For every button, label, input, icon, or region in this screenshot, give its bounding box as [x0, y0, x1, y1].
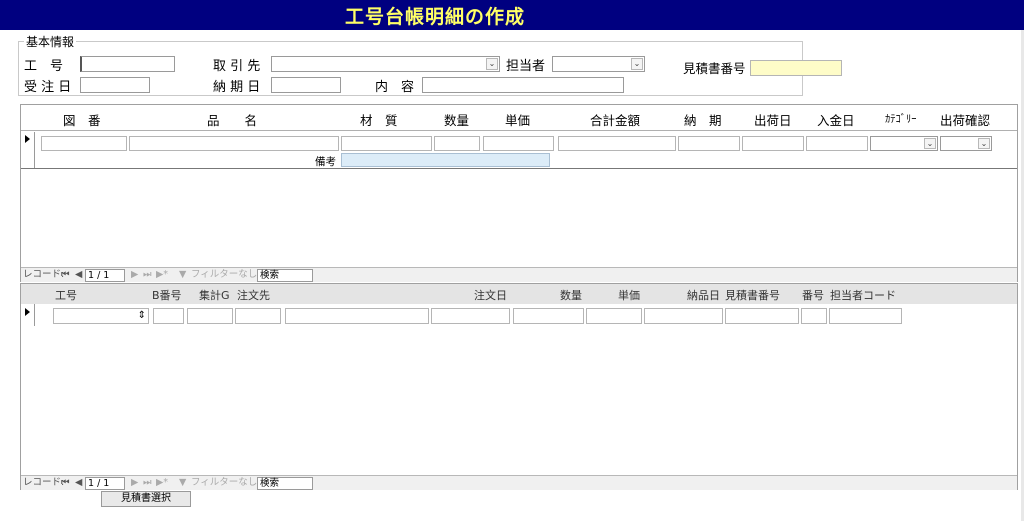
col-suryo: 数量: [444, 113, 470, 128]
order-tanka-cell[interactable]: [586, 308, 642, 324]
torihikisaki-label: 取 引 先: [213, 59, 261, 74]
bikou-field[interactable]: [341, 153, 550, 167]
nouki-cell[interactable]: [678, 136, 740, 151]
order-mitsumori-no-cell[interactable]: [725, 308, 799, 324]
col-shukei-g: 集計G: [199, 289, 230, 302]
nav-record-label: レコード:: [23, 477, 65, 488]
tantousha-code-cell[interactable]: [829, 308, 902, 324]
shukka-kakunin-combo[interactable]: ⌄: [940, 136, 992, 151]
naiyou-field[interactable]: [422, 77, 624, 93]
current-record-icon: [25, 308, 30, 316]
zuban-cell[interactable]: [41, 136, 127, 151]
last-record-icon[interactable]: ⏭: [143, 477, 152, 489]
kougo-label: 工 号: [24, 59, 64, 74]
bikou-label: 備考: [315, 156, 336, 168]
next-record-icon[interactable]: ▶: [131, 269, 138, 281]
prev-record-icon[interactable]: ◀: [75, 269, 82, 281]
record-position[interactable]: 1 / 1: [85, 477, 125, 490]
last-record-icon[interactable]: ⏭: [143, 269, 152, 281]
first-record-icon[interactable]: ⏮: [61, 269, 70, 281]
detail-nav-bar: レコード: ⏮ ◀ 1 / 1 ▶ ⏭ ▶* ▼ フィルターなし 検索: [21, 267, 1017, 282]
col-tantousha-code: 担当者コード: [830, 289, 896, 302]
hinmei-cell[interactable]: [129, 136, 339, 151]
col-nouki: 納 期: [684, 113, 722, 128]
mitsumori-no-field[interactable]: [750, 60, 842, 76]
filter-icon: ▼: [179, 477, 187, 488]
kougo-field[interactable]: [80, 56, 175, 72]
juchu-date-field[interactable]: [80, 77, 150, 93]
record-selector[interactable]: [21, 132, 35, 168]
chumonsaki-cell[interactable]: [235, 308, 281, 324]
col-zuban: 図 番: [63, 113, 101, 128]
chevron-down-icon[interactable]: ⌄: [486, 58, 498, 70]
torihikisaki-combo[interactable]: ⌄: [271, 56, 500, 72]
record-position[interactable]: 1 / 1: [85, 269, 125, 282]
juchu-date-label: 受 注 日: [24, 80, 72, 95]
col-order-tanka: 単価: [618, 289, 640, 302]
col-zaishitsu: 材 質: [360, 113, 398, 128]
filter-status[interactable]: フィルターなし: [191, 477, 257, 489]
spinner-icon[interactable]: ⇕: [138, 309, 146, 323]
b-bango-cell[interactable]: [153, 308, 184, 324]
filter-icon: ▼: [179, 269, 187, 280]
col-goukei: 合計金額: [590, 113, 641, 128]
bango-cell[interactable]: [801, 308, 827, 324]
current-record-icon: [25, 135, 30, 143]
naiyou-label: 内 容: [375, 80, 415, 95]
col-order-mitsumori-no: 見積書番号: [725, 289, 780, 302]
order-record-selector[interactable]: [21, 304, 35, 326]
chumonsaki-name-cell[interactable]: [285, 308, 429, 324]
suryo-cell[interactable]: [434, 136, 480, 151]
chevron-down-icon[interactable]: ⌄: [978, 138, 990, 149]
kougo-combo[interactable]: ⇕: [53, 308, 149, 324]
col-chumonsaki: 注文先: [237, 289, 270, 302]
nouki-date-field[interactable]: [271, 77, 341, 93]
form-title: 工号台帳明細の作成: [344, 6, 525, 28]
nav-record-label: レコード:: [23, 269, 65, 280]
filter-status[interactable]: フィルターなし: [191, 269, 257, 281]
basic-info-group-label: 基本情報: [24, 33, 77, 50]
first-record-icon[interactable]: ⏮: [61, 477, 70, 489]
search-box[interactable]: 検索: [257, 269, 313, 282]
tantousha-combo[interactable]: ⌄: [552, 56, 645, 72]
col-nouhinbi: 納品日: [687, 289, 720, 302]
col-tanka: 単価: [505, 113, 531, 128]
prev-record-icon[interactable]: ◀: [75, 477, 82, 489]
order-suryo-cell[interactable]: [513, 308, 584, 324]
col-order-suryo: 数量: [560, 289, 582, 302]
next-record-icon[interactable]: ▶: [131, 477, 138, 489]
nouhinbi-cell[interactable]: [644, 308, 723, 324]
new-record-icon[interactable]: ▶*: [156, 269, 168, 281]
zaishitsu-cell[interactable]: [341, 136, 432, 151]
col-nyukinbi: 入金日: [817, 113, 855, 128]
col-category: ｶﾃｺﾞﾘｰ: [885, 113, 917, 125]
tanka-cell[interactable]: [483, 136, 554, 151]
col-shukkabi: 出荷日: [754, 113, 792, 128]
order-nav-bar: レコード: ⏮ ◀ 1 / 1 ▶ ⏭ ▶* ▼ フィルターなし 検索: [21, 475, 1017, 490]
shukei-g-cell[interactable]: [187, 308, 233, 324]
chevron-down-icon[interactable]: ⌄: [631, 58, 643, 70]
chumonbi-cell[interactable]: [431, 308, 510, 324]
col-kougo: 工号: [55, 289, 77, 302]
col-bango: 番号: [802, 289, 824, 302]
select-estimate-button[interactable]: 見積書選択: [101, 491, 191, 507]
col-hinmei: 品 名: [207, 113, 258, 128]
search-box[interactable]: 検索: [257, 477, 313, 490]
chevron-down-icon[interactable]: ⌄: [924, 138, 936, 149]
nouki-date-label: 納 期 日: [213, 80, 261, 95]
new-record-icon[interactable]: ▶*: [156, 477, 168, 489]
row-divider: [21, 168, 1017, 169]
col-shukka-kakunin: 出荷確認: [940, 113, 991, 128]
col-chumonbi: 注文日: [474, 289, 507, 302]
category-combo[interactable]: ⌄: [870, 136, 938, 151]
mitsumori-no-label: 見積書番号: [683, 61, 746, 76]
nyukinbi-cell[interactable]: [806, 136, 868, 151]
col-b-bango: B番号: [152, 289, 182, 302]
goukei-cell[interactable]: [558, 136, 676, 151]
shukkabi-cell[interactable]: [742, 136, 804, 151]
tantousha-label: 担当者: [506, 59, 546, 74]
